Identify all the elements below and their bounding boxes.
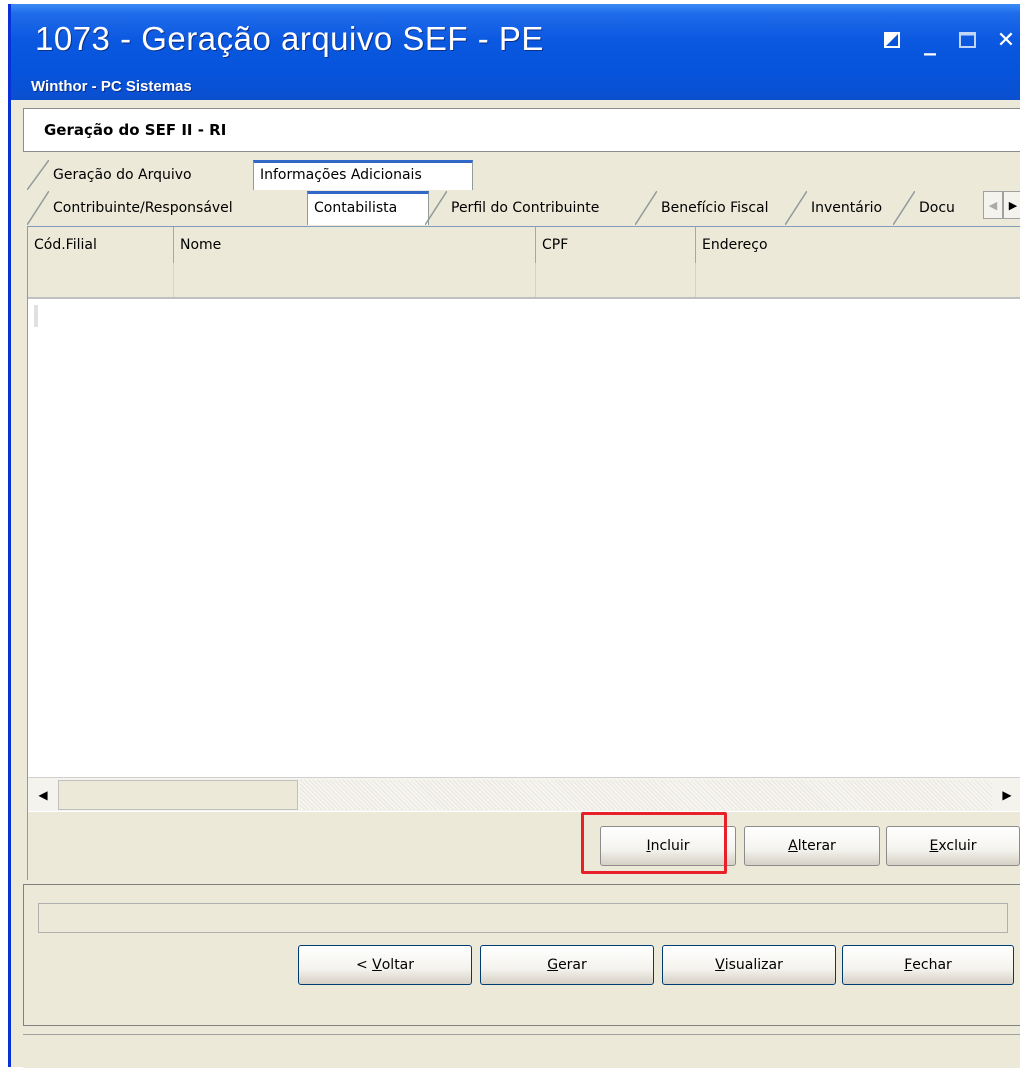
tab-contabilista[interactable]: Contabilista [307, 191, 429, 225]
gerar-button[interactable]: Gerar [480, 945, 654, 985]
tab-label: Perfil do Contribuinte [451, 200, 600, 216]
tab-geracao-arquivo[interactable]: Geração do Arquivo [27, 160, 255, 190]
window-subtitle: Winthor - PC Sistemas [31, 78, 192, 95]
visualizar-accel: V [715, 957, 725, 973]
close-icon[interactable]: ✕ [994, 28, 1018, 53]
progress-bar [38, 903, 1008, 933]
footer-panel: < Voltar Gerar Visualizar Fechar [23, 884, 1020, 1026]
incluir-highlight-box [581, 812, 727, 874]
filter-cell-cod-filial[interactable] [28, 263, 174, 297]
grid-header: Cód.Filial Nome CPF Endereço [28, 227, 1020, 264]
horizontal-scrollbar[interactable]: ◀ ▶ [28, 777, 1020, 812]
tab-contribuinte-responsavel[interactable]: Contribuinte/Responsável [27, 191, 307, 225]
excluir-accel: E [929, 838, 939, 854]
visualizar-label: isualizar [724, 957, 783, 973]
grid-filter-row [28, 263, 1020, 299]
fechar-accel: F [904, 957, 913, 973]
scroll-right-icon[interactable]: ▶ [992, 778, 1020, 812]
title-bar[interactable]: 1073 - Geração arquivo SEF - PE Winthor … [11, 4, 1020, 100]
alterar-label: lterar [797, 838, 836, 854]
tab-scroll-buttons: ◀ ▶ [983, 191, 1020, 219]
excluir-button[interactable]: Excluir [886, 826, 1020, 866]
voltar-label: oltar [381, 957, 415, 973]
column-header-cpf[interactable]: CPF [536, 227, 696, 263]
main-tabs: Geração do Arquivo Informações Adicionai… [23, 160, 1020, 190]
tab-label: Contribuinte/Responsável [53, 200, 233, 216]
tab-perfil-contribuinte[interactable]: Perfil do Contribuinte [425, 191, 637, 225]
voltar-prefix: < [355, 957, 373, 973]
voltar-accel: V [372, 957, 382, 973]
tab-label: Benefício Fiscal [661, 200, 769, 216]
tab-label: Inventário [811, 200, 883, 216]
sub-tabs: Contribuinte/Responsável Contabilista Pe… [23, 191, 1020, 225]
chevron-right-icon[interactable]: ▶ [1003, 191, 1020, 219]
fechar-label: echar [912, 957, 952, 973]
alterar-accel: A [788, 838, 798, 854]
fechar-button[interactable]: Fechar [842, 945, 1014, 985]
app-window: 1073 - Geração arquivo SEF - PE Winthor … [8, 4, 1020, 1068]
visualizar-button[interactable]: Visualizar [662, 945, 836, 985]
window-title: 1073 - Geração arquivo SEF - PE [35, 20, 544, 57]
scroll-thumb[interactable] [58, 780, 298, 810]
contabilista-panel: Cód.Filial Nome CPF Endereço ◀ ▶ Incluir… [27, 226, 1020, 880]
restore-icon[interactable] [880, 28, 904, 52]
tab-label: Geração do Arquivo [53, 167, 192, 183]
column-header-endereco[interactable]: Endereço [696, 227, 1020, 263]
status-bar [23, 1034, 1020, 1068]
tab-informacoes-adicionais[interactable]: Informações Adicionais [253, 160, 473, 190]
window-controls: _ ✕ [880, 26, 1018, 54]
filter-cell-endereco[interactable] [696, 263, 1020, 297]
gerar-accel: G [547, 957, 559, 973]
filter-cell-nome[interactable] [174, 263, 536, 297]
tab-documentos[interactable]: Docu [893, 191, 983, 225]
excluir-label: xcluir [938, 838, 977, 854]
column-header-cod-filial[interactable]: Cód.Filial [28, 227, 174, 263]
gerar-label: erar [558, 957, 587, 973]
tab-beneficio-fiscal[interactable]: Benefício Fiscal [635, 191, 803, 225]
tab-label: Informações Adicionais [260, 167, 422, 183]
minimize-icon[interactable]: _ [918, 26, 942, 54]
grid-body[interactable] [28, 299, 1020, 775]
filter-cell-cpf[interactable] [536, 263, 696, 297]
header-panel: Geração do SEF II - RI [23, 108, 1020, 152]
tab-label: Docu [919, 200, 955, 216]
maximize-icon[interactable] [956, 28, 980, 52]
alterar-button[interactable]: Alterar [744, 826, 880, 866]
scroll-left-icon[interactable]: ◀ [28, 778, 58, 812]
grid-button-bar: Incluir Alterar Excluir [28, 811, 1020, 880]
column-header-nome[interactable]: Nome [174, 227, 536, 263]
tab-label: Contabilista [314, 200, 398, 216]
scroll-track[interactable] [300, 780, 992, 810]
page-title: Geração do SEF II - RI [44, 121, 227, 139]
row-indicator [34, 305, 38, 327]
chevron-left-icon[interactable]: ◀ [983, 191, 1003, 219]
voltar-button[interactable]: < Voltar [298, 945, 472, 985]
